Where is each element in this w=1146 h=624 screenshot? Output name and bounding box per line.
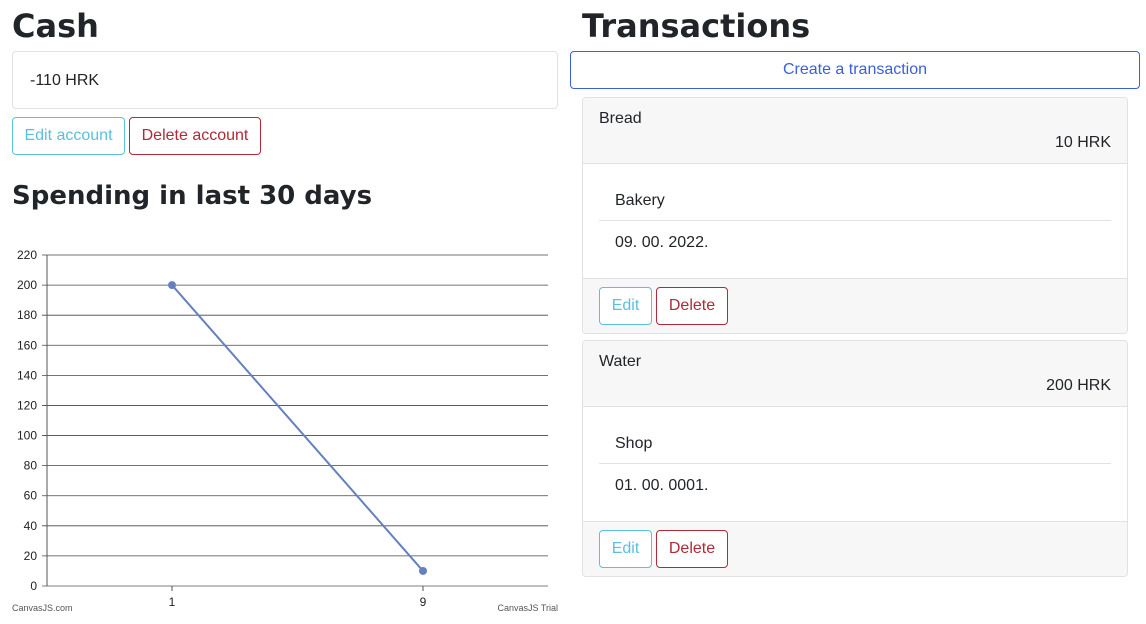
x-tick-label: 9 [420, 595, 427, 609]
create-transaction-button[interactable]: Create a transaction [570, 51, 1140, 89]
edit-transaction-button[interactable]: Edit [599, 530, 652, 568]
balance-box: -110 HRK [12, 51, 558, 109]
transaction-body: Bakery 09. 00. 2022. [583, 164, 1127, 278]
transaction-category: Shop [615, 435, 653, 452]
spending-title: Spending in last 30 days [12, 181, 373, 211]
transaction-date: 01. 00. 0001. [615, 477, 709, 494]
y-tick-label: 220 [17, 248, 37, 262]
transaction-amount: 10 HRK [1054, 134, 1111, 151]
transaction-header: Bread 10 HRK [583, 98, 1127, 164]
delete-transaction-button[interactable]: Delete [656, 287, 728, 325]
transaction-header: Water 200 HRK [583, 341, 1127, 407]
delete-transaction-button[interactable]: Delete [656, 530, 728, 568]
transaction-body: Shop 01. 00. 0001. [583, 407, 1127, 521]
y-tick-label: 40 [24, 519, 38, 533]
balance-value: -110 HRK [30, 72, 100, 89]
y-tick-label: 140 [17, 368, 37, 382]
data-point[interactable] [168, 281, 176, 290]
y-tick-label: 180 [17, 308, 37, 322]
chart-series [168, 281, 427, 575]
series-line [171, 284, 424, 572]
divider [599, 463, 1111, 464]
x-tick-label: 1 [169, 595, 176, 609]
y-tick-label: 80 [24, 459, 38, 473]
y-tick-label: 60 [24, 489, 38, 503]
transaction-amount: 200 HRK [1046, 377, 1111, 394]
y-tick-label: 120 [17, 398, 37, 412]
divider [599, 220, 1111, 221]
transaction-date: 09. 00. 2022. [615, 234, 709, 251]
transaction-name: Bread [599, 110, 642, 127]
x-axis-ticks: 19 [169, 586, 427, 609]
account-title: Cash [12, 7, 99, 45]
y-axis-ticks: 0 20 40 60 80 100 120 140 160 180 200 220 [17, 248, 37, 593]
y-tick-label: 20 [24, 549, 38, 563]
y-tick-label: 0 [30, 579, 37, 593]
delete-account-button[interactable]: Delete account [129, 117, 261, 155]
chart-credit-left[interactable]: CanvasJS.com [12, 603, 73, 613]
y-tick-label: 160 [17, 338, 37, 352]
edit-account-button[interactable]: Edit account [12, 117, 125, 155]
transaction-name: Water [599, 353, 642, 370]
chart-credit-right: CanvasJS Trial [497, 603, 558, 613]
transaction-card: Bread 10 HRK Bakery 09. 00. 2022. Edit D… [582, 97, 1128, 334]
y-tick-label: 200 [17, 278, 37, 292]
transaction-category: Bakery [615, 192, 665, 209]
edit-transaction-button[interactable]: Edit [599, 287, 652, 325]
chart-grid [42, 254, 548, 587]
data-point[interactable] [419, 566, 427, 575]
transaction-footer: Edit Delete [583, 278, 1127, 333]
transaction-footer: Edit Delete [583, 521, 1127, 576]
spending-chart: 020406080100120140160180200220 19 Canvas… [12, 248, 558, 613]
y-tick-label: 100 [17, 429, 37, 443]
transaction-card: Water 200 HRK Shop 01. 00. 0001. Edit De… [582, 340, 1128, 577]
transactions-title: Transactions [582, 7, 811, 45]
